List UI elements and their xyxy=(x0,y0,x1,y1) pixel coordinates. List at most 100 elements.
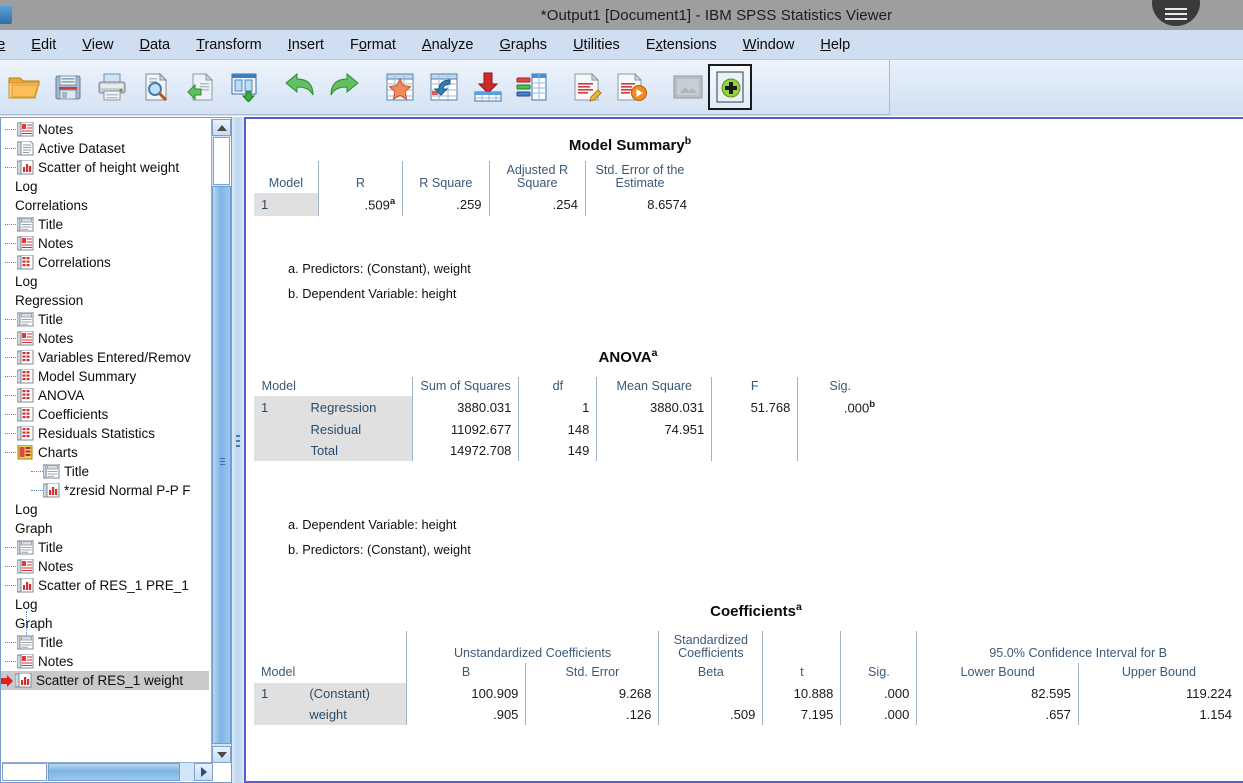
menu-item-edit[interactable]: Edit xyxy=(18,34,69,56)
cell-sig: .000 xyxy=(840,703,917,725)
variables-icon[interactable] xyxy=(510,62,554,112)
outline-node-regression[interactable]: Regression xyxy=(1,291,83,310)
title-bar: *Output1 [Document1] - IBM SPSS Statisti… xyxy=(0,0,1243,30)
outline-node-label: Correlations xyxy=(38,255,111,270)
table-row[interactable]: Residual 11092.677 148 74.951 xyxy=(254,418,882,440)
dim-image-icon[interactable] xyxy=(666,62,710,112)
outline-node-correlations[interactable]: Correlations xyxy=(1,253,111,272)
col-header-adjusted-r-square: Adjusted R Square xyxy=(488,161,586,194)
outline-node-label: Residuals Statistics xyxy=(38,426,156,441)
undo-icon[interactable] xyxy=(278,62,322,112)
menu-item-window[interactable]: Window xyxy=(730,34,808,56)
menu-item-utilities[interactable]: Utilities xyxy=(560,34,633,56)
print-preview-icon[interactable] xyxy=(134,62,178,112)
outline-node-anova[interactable]: ANOVA xyxy=(1,386,84,405)
menu-file-label: le xyxy=(0,36,6,53)
outline-horizontal-scrollbar[interactable] xyxy=(2,762,213,781)
menu-item-help[interactable]: Help xyxy=(807,34,863,56)
export-icon[interactable] xyxy=(222,62,266,112)
outline-node-log[interactable]: Log xyxy=(1,177,38,196)
add-item-icon[interactable] xyxy=(708,64,752,110)
scroll-track[interactable] xyxy=(213,137,230,185)
menu-format-label: rmat xyxy=(366,36,396,53)
scroll-thumb[interactable] xyxy=(212,186,231,744)
outline-node-scatter-of-res-1-pre-1[interactable]: Scatter of RES_1 PRE_1 xyxy=(1,576,189,595)
menu-item-data[interactable]: Data xyxy=(126,34,183,56)
outline-node-log[interactable]: Log xyxy=(1,272,38,291)
outline-node-title[interactable]: Title xyxy=(1,633,63,652)
outline-node-variables-entered-remov[interactable]: Variables Entered/Remov xyxy=(1,348,191,367)
menu-item-insert[interactable]: Insert xyxy=(275,34,337,56)
table-icon xyxy=(17,407,34,422)
pane-splitter[interactable] xyxy=(232,117,244,783)
insert-footer-icon[interactable] xyxy=(466,62,510,112)
cell-df: 1 xyxy=(518,396,597,419)
outline-node-notes[interactable]: Notes xyxy=(1,652,73,671)
menu-item-graphs[interactable]: Graphs xyxy=(487,34,561,56)
menu-item-view[interactable]: View xyxy=(69,34,126,56)
save-icon[interactable] xyxy=(46,62,90,112)
cell-mean-square xyxy=(596,439,712,461)
table-row[interactable]: 1 .509a .259 .254 8.6574 xyxy=(254,193,694,216)
outline-node-charts[interactable]: Charts xyxy=(1,443,78,462)
outline-node-coefficients[interactable]: Coefficients xyxy=(1,405,108,424)
outline-node-graph[interactable]: Graph xyxy=(1,519,53,538)
tree-connector xyxy=(29,462,45,481)
hscroll-track[interactable] xyxy=(2,763,47,781)
menu-extensions-label: tensions xyxy=(662,36,717,53)
outline-node-active-dataset[interactable]: Active Dataset xyxy=(1,139,125,158)
goto-data-icon[interactable] xyxy=(378,62,422,112)
coefficients-table[interactable]: Model Unstandardized Coefficients Standa… xyxy=(254,631,1239,725)
menu-item-extensions[interactable]: Extensions xyxy=(633,34,730,56)
outline-node-title[interactable]: Title xyxy=(1,215,63,234)
outline-node-zresid-normal-p-p-f[interactable]: *zresid Normal P-P F xyxy=(1,481,191,500)
table-row[interactable]: weight .905 .126 .509 7.195 .000 .657 1.… xyxy=(254,703,1239,725)
outline-node-title[interactable]: Title xyxy=(1,538,63,557)
run-syntax-edit-icon[interactable] xyxy=(566,62,610,112)
menu-item-analyze[interactable]: Analyze xyxy=(409,34,487,56)
outline-node-log[interactable]: Log xyxy=(1,500,38,519)
redo-icon[interactable] xyxy=(322,62,366,112)
model-summary-table[interactable]: Model R R Square Adjusted R Square Std. … xyxy=(254,161,694,216)
table-row[interactable]: 1 (Constant) 100.909 9.268 10.888 .000 8… xyxy=(254,682,1239,704)
menu-graphs-label: raphs xyxy=(510,36,548,53)
outline-node-title[interactable]: Title xyxy=(1,462,89,481)
menu-item-format[interactable]: Format xyxy=(337,34,409,56)
outline-node-model-summary[interactable]: Model Summary xyxy=(1,367,136,386)
scroll-up-button[interactable] xyxy=(212,119,231,136)
table-row[interactable]: Total 14972.708 149 xyxy=(254,439,882,461)
outline-node-title[interactable]: Title xyxy=(1,310,63,329)
hscroll-thumb[interactable] xyxy=(48,763,180,781)
cell-t: 10.888 xyxy=(762,682,841,704)
goto-case-icon[interactable] xyxy=(422,62,466,112)
open-file-icon[interactable] xyxy=(2,62,46,112)
anova-table[interactable]: Model Sum of Squares df Mean Square F Si… xyxy=(254,377,882,461)
recall-dialogs-icon[interactable] xyxy=(178,62,222,112)
output-pane[interactable]: Model Summaryb Model R R Square Adjusted… xyxy=(244,117,1243,783)
print-icon[interactable] xyxy=(90,62,134,112)
col-header-std-error: Std. Error xyxy=(525,663,659,683)
outline-node-notes[interactable]: Notes xyxy=(1,234,73,253)
outline-node-log[interactable]: Log xyxy=(1,595,38,614)
outline-node-label: Graph xyxy=(15,521,53,536)
cell-t: 7.195 xyxy=(762,703,841,725)
outline-node-notes[interactable]: Notes xyxy=(1,120,73,139)
outline-node-scatter-of-res-1-weight[interactable]: Scatter of RES_1 weight xyxy=(1,671,209,690)
table-row[interactable]: 1 Regression 3880.031 1 3880.031 51.768 … xyxy=(254,396,882,419)
outline-vertical-scrollbar[interactable] xyxy=(211,119,231,763)
outline-node-label: Title xyxy=(38,312,64,327)
outline-node-notes[interactable]: Notes xyxy=(1,557,73,576)
outline-node-graph[interactable]: Graph xyxy=(1,614,53,633)
outline-node-residuals-statistics[interactable]: Residuals Statistics xyxy=(1,424,155,443)
scroll-down-button[interactable] xyxy=(212,746,231,763)
menu-item-file[interactable]: le xyxy=(0,34,18,56)
menu-item-transform[interactable]: Transform xyxy=(183,34,275,56)
run-description-icon[interactable] xyxy=(610,62,654,112)
outline-node-correlations[interactable]: Correlations xyxy=(1,196,88,215)
outline-node-label: Graph xyxy=(15,616,53,631)
outline-node-notes[interactable]: Notes xyxy=(1,329,73,348)
outline-node-scatter-of-height-weight[interactable]: Scatter of height weight xyxy=(1,158,179,177)
cell-model xyxy=(254,703,303,725)
outline-pane: Notes Active Dataset Scatter of height wei… xyxy=(0,117,232,783)
hscroll-right-button[interactable] xyxy=(194,763,213,781)
